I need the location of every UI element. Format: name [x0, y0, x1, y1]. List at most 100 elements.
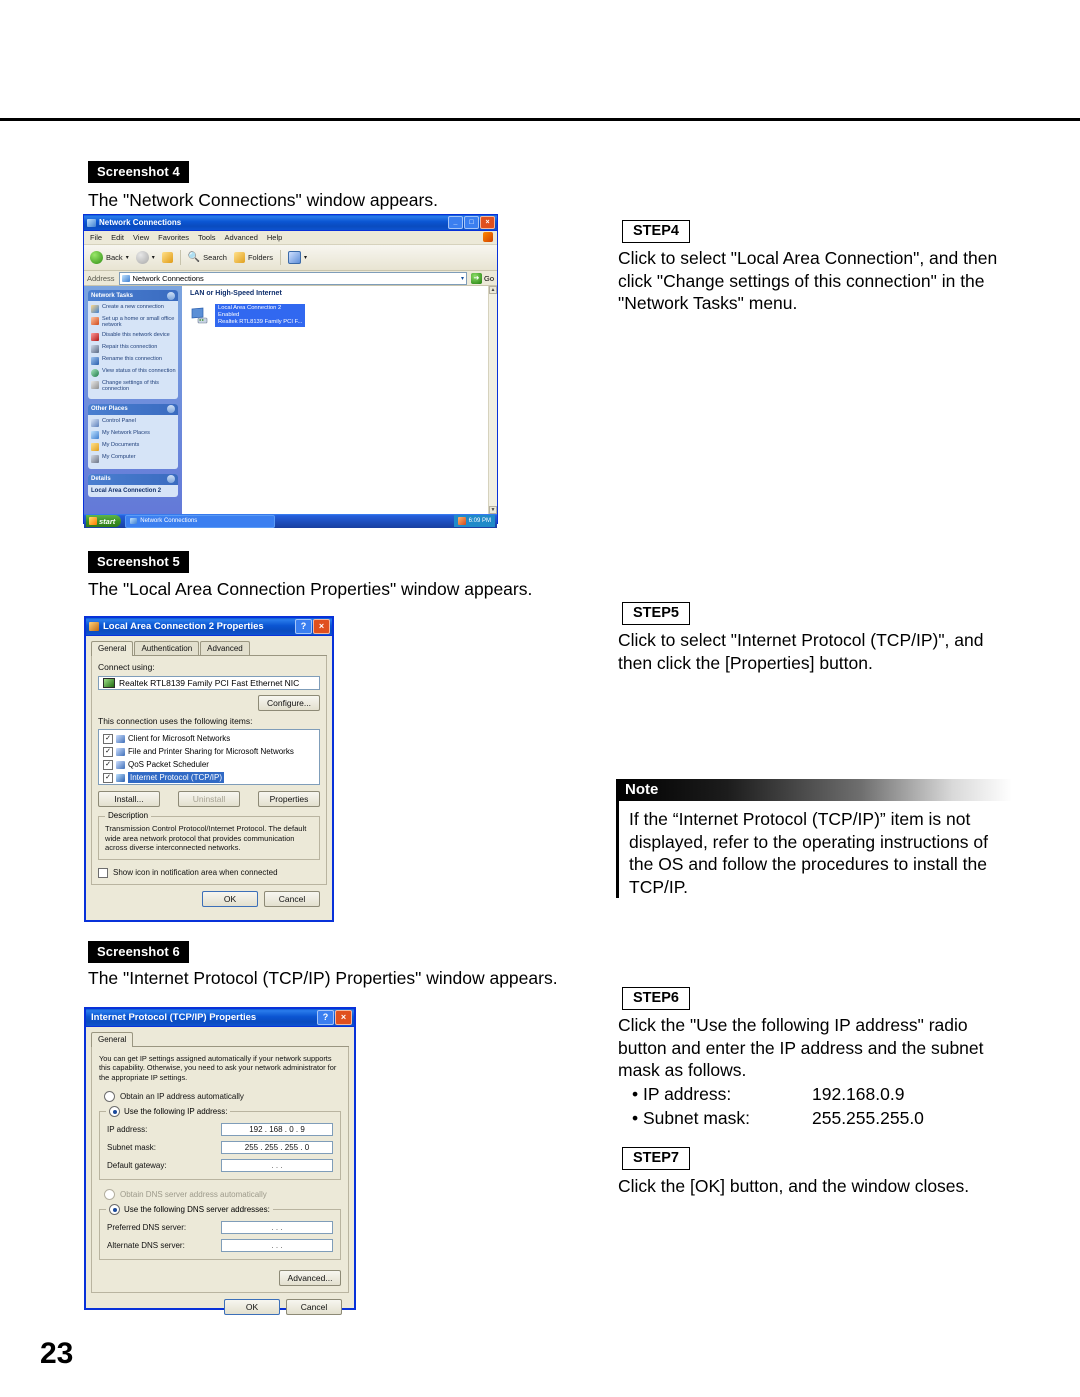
menu-view[interactable]: View: [133, 233, 149, 242]
use-ip-radio-row[interactable]: Use the following IP address:: [106, 1106, 231, 1118]
system-tray[interactable]: 6:09 PM: [453, 515, 495, 527]
maximize-button[interactable]: □: [464, 216, 479, 229]
minimize-button[interactable]: _: [448, 216, 463, 229]
scroll-down-icon[interactable]: ▼: [489, 506, 497, 514]
list-item-selected[interactable]: ✓ Internet Protocol (TCP/IP): [102, 771, 316, 784]
back-dropdown-icon[interactable]: ▾: [126, 254, 129, 261]
list-item[interactable]: ✓ QoS Packet Scheduler: [102, 758, 316, 771]
subnet-mask-input[interactable]: 255 . 255 . 255 . 0: [221, 1141, 333, 1155]
install-button[interactable]: Install...: [98, 791, 160, 807]
place-control-panel[interactable]: Control Panel: [91, 418, 176, 427]
forward-button[interactable]: ▾: [135, 251, 155, 264]
tab-general[interactable]: General: [91, 641, 134, 656]
place-my-network-places[interactable]: My Network Places: [91, 430, 176, 439]
details-header[interactable]: Details: [88, 473, 178, 485]
default-gateway-input[interactable]: . . .: [221, 1159, 333, 1173]
close-icon[interactable]: ×: [313, 619, 330, 634]
scroll-up-icon[interactable]: ▲: [489, 286, 497, 294]
other-places-header[interactable]: Other Places: [88, 403, 178, 415]
vertical-scrollbar[interactable]: ▲ ▼: [488, 286, 497, 514]
tcpip-tabs[interactable]: General: [91, 1032, 349, 1047]
cancel-button[interactable]: Cancel: [264, 890, 320, 907]
address-bar[interactable]: Address Network Connections ▾ ➜ Go: [84, 271, 497, 286]
network-tasks-header[interactable]: Network Tasks: [88, 290, 178, 301]
place-my-computer[interactable]: My Computer: [91, 454, 176, 463]
menu-edit[interactable]: Edit: [111, 233, 124, 242]
properties-button[interactable]: Properties: [258, 791, 320, 807]
start-button[interactable]: start: [86, 515, 122, 527]
radio-use-following-ip[interactable]: [109, 1106, 120, 1118]
show-icon-row[interactable]: Show icon in notification area when conn…: [98, 867, 320, 878]
ip-address-row[interactable]: IP address: 192 . 168 . 0 . 9: [107, 1123, 333, 1137]
checkbox-unchecked[interactable]: [98, 867, 108, 878]
taskbar-task-network-connections[interactable]: Network Connections: [125, 514, 276, 528]
preferred-dns-row[interactable]: Preferred DNS server: . . .: [107, 1221, 333, 1235]
lan-properties-tabs[interactable]: General Authentication Advanced: [91, 641, 327, 656]
ip-address-input[interactable]: 192 . 168 . 0 . 9: [221, 1123, 333, 1137]
folders-button[interactable]: Folders: [233, 252, 273, 263]
views-button[interactable]: ▾: [287, 251, 307, 264]
menu-tools[interactable]: Tools: [198, 233, 216, 242]
forward-dropdown-icon[interactable]: ▾: [152, 254, 155, 261]
radio-use-following-dns[interactable]: [109, 1204, 120, 1216]
taskbar-clock[interactable]: 6:09 PM: [469, 518, 491, 524]
alternate-dns-row[interactable]: Alternate DNS server: . . .: [107, 1239, 333, 1253]
screenshot6-caption: The "Internet Protocol (TCP/IP) Properti…: [88, 968, 558, 988]
menu-advanced[interactable]: Advanced: [225, 233, 258, 242]
alternate-dns-input[interactable]: . . .: [221, 1239, 333, 1253]
checkbox-checked[interactable]: ✓: [103, 733, 113, 744]
up-button[interactable]: [161, 252, 173, 263]
back-button[interactable]: Back ▾: [90, 251, 129, 264]
lan-properties-titlebar: Local Area Connection 2 Properties ? ×: [86, 618, 332, 636]
tcpip-panel: You can get IP settings assigned automat…: [91, 1047, 349, 1294]
collapse-icon[interactable]: [167, 291, 175, 300]
preferred-dns-input[interactable]: . . .: [221, 1221, 333, 1235]
views-dropdown-icon[interactable]: ▾: [304, 254, 307, 261]
task-disable-device[interactable]: Disable this network device: [91, 332, 176, 341]
list-item[interactable]: ✓ Client for Microsoft Networks: [102, 732, 316, 745]
advanced-button[interactable]: Advanced...: [279, 1270, 341, 1287]
close-icon[interactable]: ×: [335, 1010, 352, 1025]
menu-help[interactable]: Help: [267, 233, 282, 242]
task-view-status[interactable]: View status of this connection: [91, 368, 176, 377]
task-repair-connection[interactable]: Repair this connection: [91, 344, 176, 353]
subnet-mask-row[interactable]: Subnet mask: 255 . 255 . 255 . 0: [107, 1141, 333, 1155]
task-setup-home-network[interactable]: Set up a home or small office network: [91, 316, 176, 329]
search-button[interactable]: 🔍 Search: [188, 252, 227, 263]
tab-advanced[interactable]: Advanced: [200, 641, 250, 655]
help-icon[interactable]: ?: [295, 619, 312, 634]
chevron-down-icon[interactable]: ▾: [461, 275, 464, 282]
use-dns-radio-row[interactable]: Use the following DNS server addresses:: [106, 1204, 273, 1216]
tab-authentication[interactable]: Authentication: [134, 641, 200, 655]
list-item[interactable]: ✓ File and Printer Sharing for Microsoft…: [102, 745, 316, 758]
task-change-settings[interactable]: Change settings of this connection: [91, 380, 176, 393]
obtain-ip-radio-row[interactable]: Obtain an IP address automatically: [104, 1091, 341, 1103]
task-create-connection[interactable]: Create a new connection: [91, 304, 176, 313]
ok-button[interactable]: OK: [202, 890, 258, 907]
go-button[interactable]: ➜ Go: [470, 272, 494, 284]
toolbar[interactable]: Back ▾ ▾ 🔍 Search Folders ▾: [84, 245, 497, 271]
address-input[interactable]: Network Connections ▾: [118, 271, 467, 285]
close-icon[interactable]: ×: [480, 216, 495, 229]
task-rename-connection[interactable]: Rename this connection: [91, 356, 176, 365]
connection-item[interactable]: Local Area Connection 2 Enabled Realtek …: [190, 304, 497, 327]
cancel-button[interactable]: Cancel: [286, 1299, 342, 1316]
default-gateway-row[interactable]: Default gateway: . . .: [107, 1159, 333, 1173]
menu-file[interactable]: File: [90, 233, 102, 242]
menu-favorites[interactable]: Favorites: [158, 233, 189, 242]
menu-bar[interactable]: File Edit View Favorites Tools Advanced …: [84, 231, 497, 245]
ok-button[interactable]: OK: [224, 1299, 280, 1316]
checkbox-checked[interactable]: ✓: [103, 746, 113, 757]
radio-obtain-ip[interactable]: [104, 1091, 115, 1103]
scroll-down-wrap[interactable]: ▼: [489, 506, 497, 514]
place-my-documents[interactable]: My Documents: [91, 442, 176, 451]
collapse-icon-3[interactable]: [167, 475, 175, 484]
help-icon[interactable]: ?: [317, 1010, 334, 1025]
components-listbox[interactable]: ✓ Client for Microsoft Networks ✓ File a…: [98, 729, 320, 785]
checkbox-checked[interactable]: ✓: [103, 772, 113, 783]
tray-network-icon[interactable]: [457, 517, 466, 525]
collapse-icon-2[interactable]: [167, 405, 175, 414]
configure-button[interactable]: Configure...: [258, 695, 320, 711]
checkbox-checked[interactable]: ✓: [103, 759, 113, 770]
tab-general[interactable]: General: [91, 1032, 134, 1047]
